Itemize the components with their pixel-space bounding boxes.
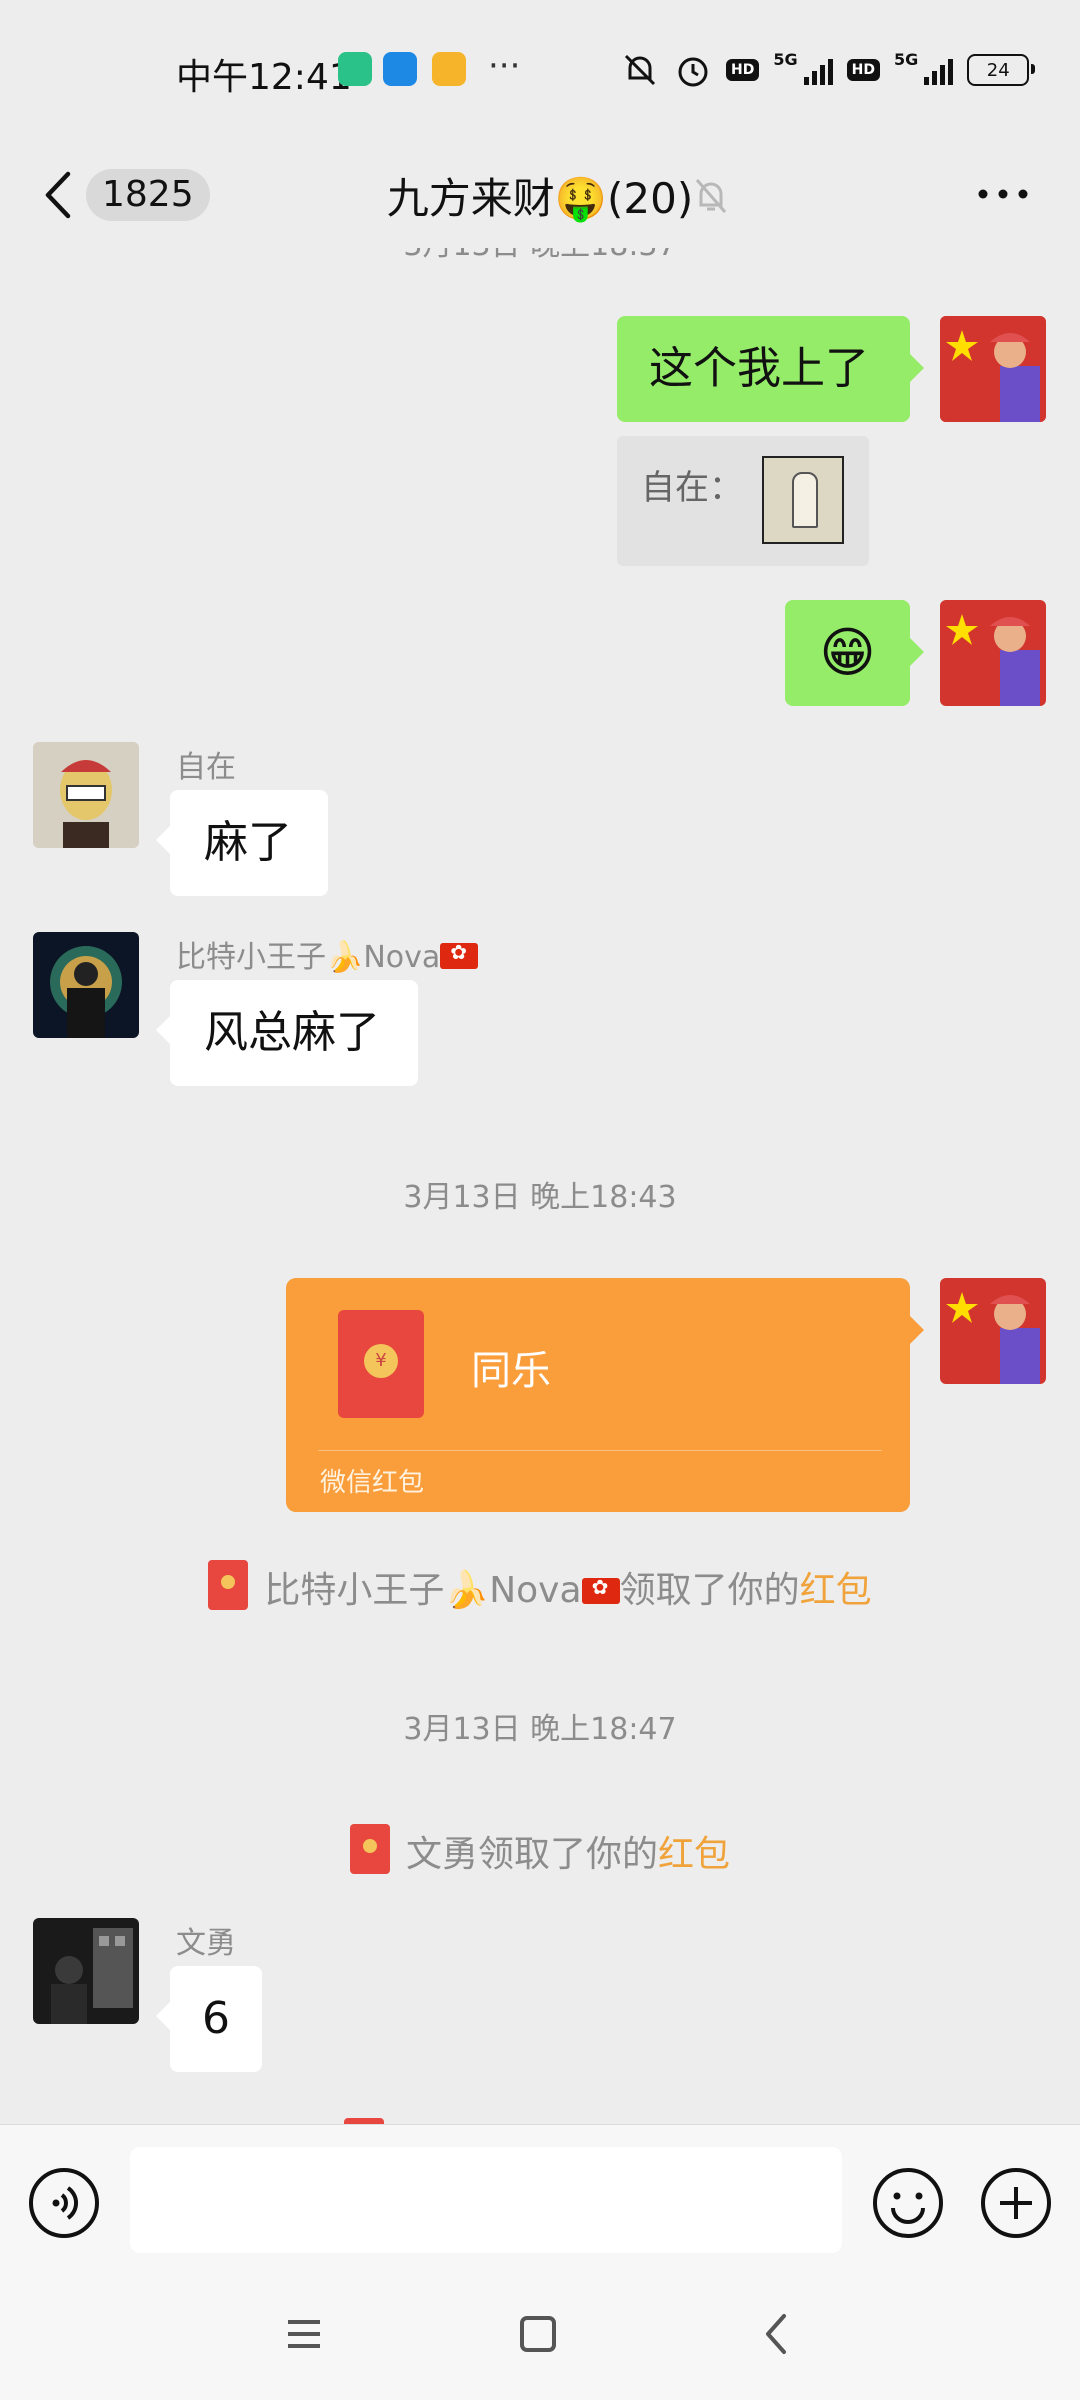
signal-icon xyxy=(803,55,833,85)
red-envelope-icon xyxy=(349,1824,390,1874)
mute-bell-icon xyxy=(695,179,727,213)
voice-input-icon[interactable] xyxy=(28,2167,100,2239)
my-avatar[interactable] xyxy=(940,600,1046,706)
my-avatar[interactable] xyxy=(940,1278,1046,1384)
chat-title[interactable]: 九方来财🤑(20) xyxy=(0,165,1080,226)
location-app-icon xyxy=(383,52,417,86)
grin-emoji: 😁 xyxy=(819,621,876,684)
quote-label: 自在： xyxy=(641,468,743,508)
my-avatar[interactable] xyxy=(940,316,1046,422)
more-options-icon[interactable] xyxy=(975,182,1031,206)
sender-avatar[interactable] xyxy=(33,1918,139,2024)
red-envelope-icon xyxy=(208,1560,249,1610)
red-packet-card[interactable]: ¥ 同乐 微信红包 xyxy=(286,1278,924,1512)
notice-text: 领取了你的 xyxy=(619,1570,800,1611)
red-packet-link[interactable]: 红包 xyxy=(658,1834,730,1875)
emoji-icon[interactable] xyxy=(872,2167,944,2239)
system-notice: 文勇领取了你的红包 xyxy=(0,1824,1080,1877)
sender-name: 比特小王子🍌Nova xyxy=(176,932,479,976)
signal-icon-2 xyxy=(924,55,954,85)
message-text: 麻了 xyxy=(204,817,292,868)
mute-vibrate-icon xyxy=(624,54,656,86)
hd-badge: HD xyxy=(726,59,760,81)
weibo-app-icon xyxy=(432,52,466,86)
quoted-message[interactable]: 自在： xyxy=(617,436,869,566)
menu-icon[interactable] xyxy=(284,2312,324,2356)
notice-text: 文勇领取了你的 xyxy=(405,1834,658,1875)
quoted-sticker-thumbnail[interactable] xyxy=(762,456,844,544)
timestamp: 3月13日 晚上18:47 xyxy=(403,1712,677,1747)
timestamp: 3月13日 晚上18:43 xyxy=(403,1180,677,1215)
message-text: 6 xyxy=(202,1993,230,2044)
coin-icon: ¥ xyxy=(364,1344,398,1378)
message-text: 这个我上了 xyxy=(649,343,869,394)
system-navigation-bar xyxy=(0,2268,1080,2400)
sender-name-text: 比特小王子🍌Nova xyxy=(176,940,441,975)
network-type-2: 5G xyxy=(893,50,919,69)
sender-name: 自在 xyxy=(176,750,236,785)
status-bar: 中午12:41 ··· HD 5G HD 5G 24 xyxy=(0,0,1080,140)
hd-badge-2: HD xyxy=(846,59,880,81)
home-icon[interactable] xyxy=(518,2312,558,2356)
message-list[interactable]: 3月13日 晚上18:37 这个我上了 自在： 😁 自在 麻了 比特小王子🍌No… xyxy=(0,248,1080,2124)
sender-avatar[interactable] xyxy=(33,932,139,1038)
chat-header: 1825 九方来财🤑(20) xyxy=(0,140,1080,248)
message-bubble[interactable]: 麻了 xyxy=(156,790,328,896)
status-time: 中午12:41 xyxy=(176,57,352,98)
alarm-icon xyxy=(678,57,708,87)
red-packet-greeting: 同乐 xyxy=(471,1348,551,1394)
system-notice: 比特小王子🍌Nova 领取了你的红包 xyxy=(0,1560,1080,1613)
message-bubble[interactable]: 风总麻了 xyxy=(156,980,418,1086)
red-packet-label: 微信红包 xyxy=(320,1468,425,1498)
emoji-bubble[interactable]: 😁 xyxy=(785,600,924,706)
message-input[interactable] xyxy=(130,2147,842,2253)
message-bubble[interactable]: 6 xyxy=(156,1966,262,2072)
battery-icon: 24 xyxy=(967,54,1036,86)
hk-flag-icon xyxy=(581,1575,620,1604)
sender-avatar[interactable] xyxy=(33,742,139,848)
sticker-figure xyxy=(792,472,818,528)
security-app-icon xyxy=(338,52,372,86)
add-attachment-icon[interactable] xyxy=(980,2167,1052,2239)
sender-name: 文勇 xyxy=(176,1926,236,1961)
timestamp: 3月13日 晚上18:37 xyxy=(0,248,1080,264)
divider xyxy=(318,1450,882,1451)
status-more-icon: ··· xyxy=(488,46,521,86)
notice-user: 比特小王子🍌Nova xyxy=(264,1570,582,1611)
network-type: 5G xyxy=(773,50,798,69)
red-envelope-icon: ¥ xyxy=(338,1310,424,1418)
hk-flag-icon xyxy=(440,940,479,969)
message-text: 风总麻了 xyxy=(204,1007,380,1058)
red-packet-link[interactable]: 红包 xyxy=(800,1570,872,1611)
input-bar xyxy=(0,2124,1080,2269)
message-bubble[interactable]: 这个我上了 xyxy=(617,316,924,422)
nav-back-icon[interactable] xyxy=(756,2312,796,2356)
